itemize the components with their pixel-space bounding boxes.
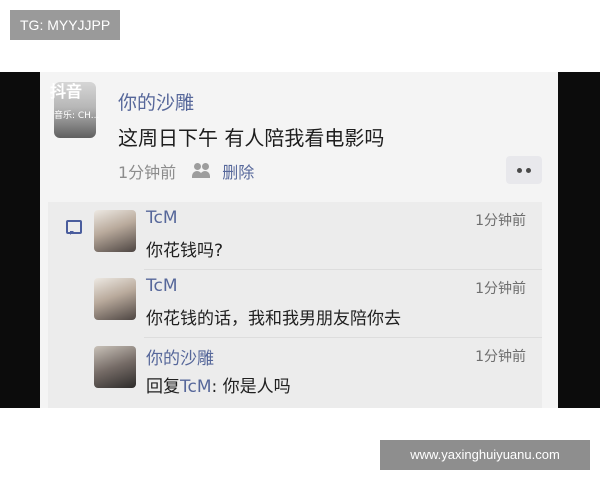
reply-text: : 你是人吗 [211,377,291,397]
post-time: 1分钟前 [118,163,177,182]
tiktok-logo: 抖音 [50,82,83,101]
more-options-button[interactable] [506,156,542,184]
people-icon [192,163,212,179]
comment-item: TcM 1分钟前 你花钱的话，我和我男朋友陪你去 [48,270,542,338]
moments-post: 抖音 音乐: CH... 你的沙雕 这周日下午 有人陪我看电影吗 1分钟前 删除 [40,72,558,190]
comment-text: 你花钱的话，我和我男朋友陪你去 [146,309,401,329]
comment-avatar[interactable] [94,346,136,388]
tg-label: TG: MYYJJPP [10,10,121,40]
more-dot-icon [526,167,531,173]
reply-prefix: 回复 [146,377,180,397]
comment-username[interactable]: TcM [146,276,178,296]
tiktok-music-note: 音乐: CH... [54,111,100,121]
phone-screen: 抖音 音乐: CH... 你的沙雕 这周日下午 有人陪我看电影吗 1分钟前 删除 [40,72,558,408]
comment-text: 回复TcM: 你是人吗 [146,372,291,397]
more-dot-icon [517,167,522,173]
comment-time: 1分钟前 [475,213,526,229]
comment-item: 你的沙雕 1分钟前 回复TcM: 你是人吗 [48,338,542,406]
comment-text: 你花钱吗? [146,241,224,261]
comment-time: 1分钟前 [475,281,526,297]
post-meta: 1分钟前 删除 [118,160,254,182]
comment-avatar[interactable] [94,278,136,320]
comment-item: TcM 1分钟前 你花钱吗? [48,202,542,270]
delete-button[interactable]: 删除 [222,159,254,183]
post-content: 这周日下午 有人陪我看电影吗 [118,126,385,150]
comment-username[interactable]: TcM [146,208,178,228]
comment-avatar[interactable] [94,210,136,252]
comments-section: TcM 1分钟前 你花钱吗? TcM 1分钟前 你花钱的话，我和我男朋友陪你去 … [48,202,542,408]
comment-username[interactable]: 你的沙雕 [146,344,214,369]
comment-time: 1分钟前 [475,349,526,365]
watermark-url: www.yaxinghuiyuanu.com [380,440,590,470]
post-username[interactable]: 你的沙雕 [118,88,194,115]
video-frame: 抖音 音乐: CH... 你的沙雕 这周日下午 有人陪我看电影吗 1分钟前 删除 [0,72,600,408]
reply-target-username[interactable]: TcM [180,377,212,397]
